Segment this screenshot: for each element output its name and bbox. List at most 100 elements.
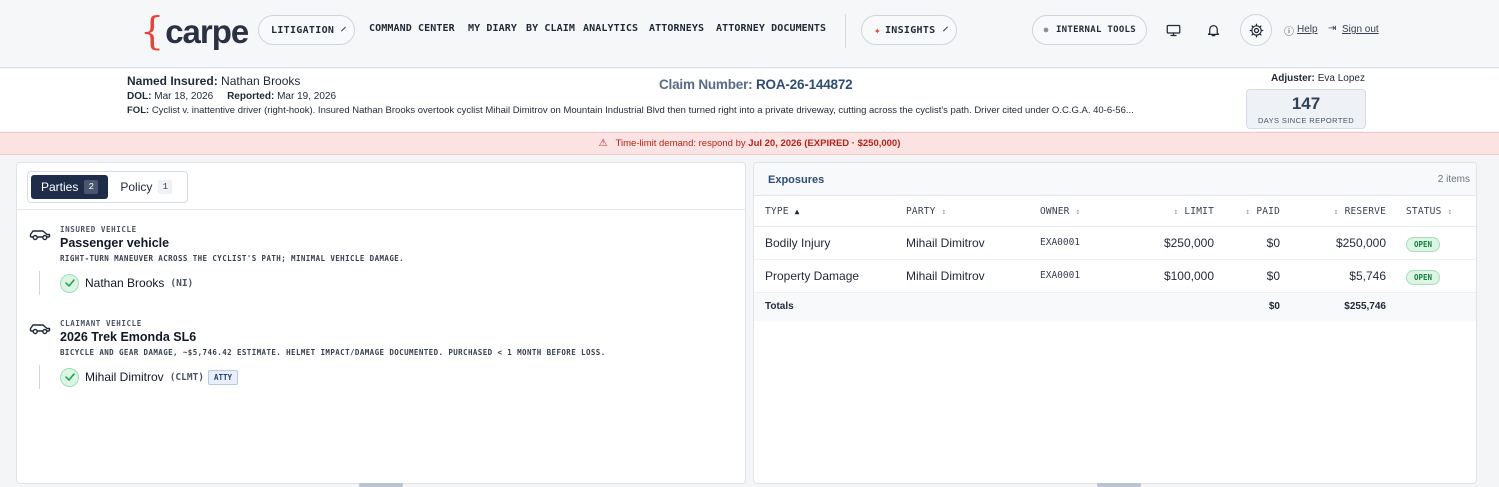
col-status[interactable]: STATUS ↕ [1386, 197, 1476, 227]
chevron-down-icon [942, 26, 948, 31]
notifications-button[interactable] [1197, 14, 1229, 46]
signout-link[interactable]: Sign out [1342, 24, 1379, 35]
cell-type: Property Damage [754, 259, 906, 293]
sparkle-icon: ✦ [874, 23, 881, 37]
logo-brace: { [140, 9, 165, 53]
cell-party: Mihail Dimitrov [906, 226, 1040, 260]
status-badge: OPEN [1406, 269, 1441, 285]
gear-icon [1043, 27, 1049, 33]
cell-paid: $0 [1214, 226, 1280, 260]
fol-row: FOL: Cyclist v. inattentive driver (righ… [127, 105, 1237, 116]
atty-badge: ATTY [208, 369, 239, 385]
sort-icon: ↕ [1173, 206, 1179, 216]
sort-icon: ↕ [1447, 206, 1453, 216]
tab-parties[interactable]: Parties 2 [31, 175, 109, 199]
nav-my-diary[interactable]: MY DIARY [468, 23, 517, 34]
fol-label: FOL: [127, 105, 150, 116]
cell-owner: EXA0001 [1040, 259, 1148, 293]
claim-number: Claim Number: ROA-26-144872 [659, 77, 853, 92]
cell-status: OPEN [1386, 226, 1476, 260]
nav-command-center[interactable]: COMMAND CENTER [369, 23, 455, 34]
days-since-reported-card: 147 DAYS SINCE REPORTED [1246, 89, 1366, 129]
monitor-icon [1166, 24, 1180, 36]
fol-value: Cyclist v. inattentive driver (right-hoo… [151, 105, 1134, 116]
totals-empty [1040, 292, 1148, 321]
col-reserve[interactable]: ↕ RESERVE [1280, 197, 1386, 227]
party-name: Mihail Dimitrov [85, 370, 164, 384]
chevron-down-icon [341, 26, 347, 31]
vehicle-name: Passenger vehicle [60, 236, 170, 250]
table-row[interactable]: Property Damage Mihail Dimitrov EXA0001 … [754, 259, 1476, 293]
claim-number-label: Claim Number: [659, 77, 753, 92]
claim-number-value[interactable]: ROA-26-144872 [756, 77, 853, 92]
named-insured-row: Named Insured: Nathan Brooks [127, 74, 300, 88]
nav-analytics[interactable]: ANALYTICS [583, 23, 638, 34]
party-rail [39, 365, 40, 389]
col-limit[interactable]: ↕ LIMIT [1148, 197, 1214, 227]
monitor-button[interactable] [1157, 14, 1189, 46]
nav-by-claim[interactable]: BY CLAIM [526, 23, 575, 34]
top-nav: { carpe LITIGATION COMMAND CENTER MY DIA… [0, 0, 1499, 68]
col-party[interactable]: PARTY ↕ [906, 197, 1040, 227]
named-insured-label: Named Insured: [127, 74, 218, 88]
insights-dropdown[interactable]: ✦ INSIGHTS [861, 15, 957, 45]
left-scrollbar[interactable] [359, 483, 403, 487]
sort-icon: ↕ [1245, 206, 1251, 216]
table-row[interactable]: Bodily Injury Mihail Dimitrov EXA0001 $2… [754, 226, 1476, 260]
carpe-logo[interactable]: { carpe [140, 9, 249, 53]
nav-attorney-documents[interactable]: ATTORNEY DOCUMENTS [716, 23, 826, 34]
totals-row: Totals $0 $255,746 [754, 292, 1476, 321]
cell-party: Mihail Dimitrov [906, 259, 1040, 293]
insights-label: INSIGHTS [884, 24, 936, 36]
tab-policy-label: Policy [120, 180, 153, 194]
cell-limit: $100,000 [1148, 259, 1214, 293]
totals-label: Totals [754, 292, 906, 321]
col-type[interactable]: TYPE ▲ [754, 197, 906, 227]
cell-paid: $0 [1214, 259, 1280, 293]
status-badge: OPEN [1406, 236, 1441, 252]
panel-tabs: Parties 2 Policy 1 [27, 171, 189, 203]
help-link[interactable]: Help [1297, 24, 1318, 35]
alert-prefix: Time-limit demand: respond by [615, 138, 746, 149]
logo-text: carpe [165, 13, 249, 50]
days-label: DAYS SINCE REPORTED [1257, 116, 1355, 125]
cell-status: OPEN [1386, 259, 1476, 293]
party-row[interactable]: Mihail Dimitrov (CLMT) ATTY [60, 367, 239, 387]
dol-label: DOL: [127, 91, 152, 102]
time-limit-alert: ⚠ Time-limit demand: respond by Jul 20, … [0, 132, 1499, 155]
internal-tools-button[interactable]: INTERNAL TOOLS [1032, 15, 1147, 45]
claim-header: Named Insured: Nathan Brooks DOL: Mar 18… [0, 69, 1499, 131]
exposures-table: TYPE ▲ PARTY ↕ OWNER ↕ ↕ LIMIT ↕ PAID ↕ … [754, 197, 1476, 321]
internal-tools-label: INTERNAL TOOLS [1055, 25, 1136, 35]
party-row[interactable]: Nathan Brooks (NI) [60, 273, 193, 293]
totals-paid: $0 [1214, 292, 1280, 321]
sort-icon: ↕ [1075, 206, 1081, 216]
litigation-dropdown[interactable]: LITIGATION [258, 15, 355, 45]
vehicle-category: INSURED VEHICLE [60, 225, 137, 234]
days-count: 147 [1291, 94, 1321, 113]
sort-icon: ↕ [1333, 206, 1339, 216]
vehicle-description: RIGHT-TURN MANEUVER ACROSS THE CYCLIST'S… [60, 254, 405, 263]
adjuster-value: Eva Lopez [1317, 73, 1365, 84]
dates-row: DOL: Mar 18, 2026 Reported: Mar 19, 2026 [127, 91, 336, 102]
cell-owner: EXA0001 [1040, 226, 1148, 260]
exposures-header: Exposures 2 items [754, 163, 1476, 196]
right-scrollbar[interactable] [1097, 483, 1141, 487]
help-icon: ⓘ [1284, 27, 1294, 38]
exposures-count: 2 items [1437, 174, 1470, 185]
party-rail [39, 271, 40, 295]
party-name: Nathan Brooks [85, 276, 165, 290]
sort-icon: ↕ [941, 206, 947, 216]
settings-button[interactable] [1240, 14, 1272, 46]
cell-type: Bodily Injury [754, 226, 906, 260]
signout-icon: ⇥ [1328, 23, 1337, 34]
col-paid[interactable]: ↕ PAID [1214, 197, 1280, 227]
reported-value: Mar 19, 2026 [277, 91, 337, 102]
check-icon [60, 273, 79, 293]
sort-asc-icon: ▲ [794, 206, 800, 216]
col-owner[interactable]: OWNER ↕ [1040, 197, 1148, 227]
tab-parties-label: Parties [41, 180, 79, 194]
tab-policy[interactable]: Policy 1 [110, 175, 182, 199]
nav-attorneys[interactable]: ATTORNEYS [649, 23, 704, 34]
gear-icon [1249, 23, 1263, 37]
